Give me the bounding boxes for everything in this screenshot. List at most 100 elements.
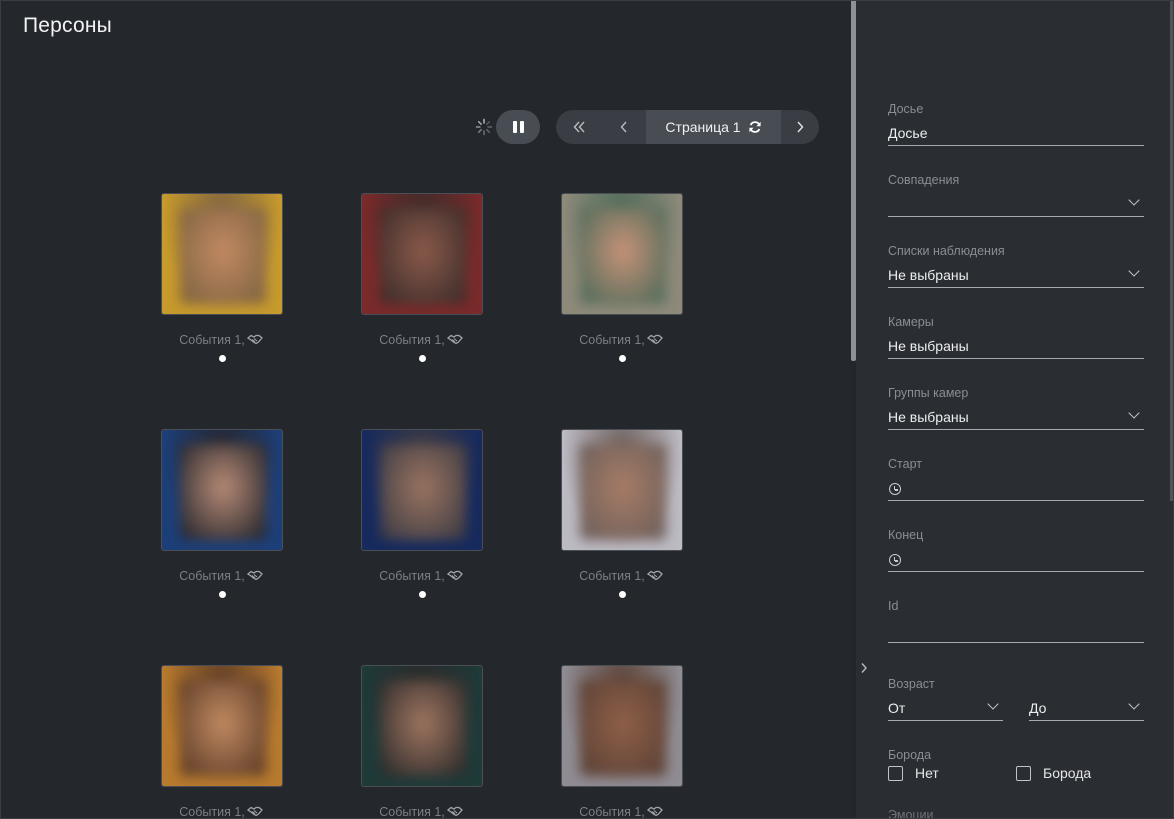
- person-face-thumbnail[interactable]: [361, 193, 483, 315]
- pagination: Страница 1: [556, 110, 819, 144]
- camera-groups-label: Группы камер: [888, 386, 969, 400]
- end-label: Конец: [888, 528, 924, 542]
- camera-groups-select[interactable]: Не выбраны: [888, 405, 1144, 430]
- dossier-input[interactable]: Досье: [888, 121, 1144, 146]
- status-dot: [218, 355, 226, 362]
- age-to-select[interactable]: До: [1029, 696, 1144, 721]
- page-label: Страница 1: [665, 119, 741, 135]
- person-face-thumbnail[interactable]: [561, 429, 683, 551]
- person-card[interactable]: События 1,: [361, 429, 483, 598]
- handshake-icon[interactable]: [246, 332, 263, 347]
- handshake-icon[interactable]: [646, 568, 663, 583]
- cameras-label: Камеры: [888, 315, 934, 329]
- beard-no-checkbox[interactable]: Нет: [888, 765, 939, 781]
- current-page: Страница 1: [646, 110, 781, 144]
- handshake-icon[interactable]: [246, 804, 263, 818]
- end-date-input[interactable]: [888, 547, 1144, 572]
- matches-select[interactable]: [888, 192, 1144, 217]
- start-date-input[interactable]: [888, 476, 1144, 501]
- watchlists-label: Списки наблюдения: [888, 244, 1005, 258]
- person-face-thumbnail[interactable]: [161, 665, 283, 787]
- person-events-caption: События 1,: [161, 332, 281, 347]
- age-filter: Возраст От До: [888, 677, 1144, 721]
- next-page-button[interactable]: [781, 110, 819, 144]
- person-face-thumbnail[interactable]: [361, 429, 483, 551]
- events-count-text: События 1,: [579, 333, 645, 347]
- pause-icon: [512, 121, 517, 133]
- handshake-icon[interactable]: [646, 804, 663, 818]
- person-card[interactable]: События 1,: [361, 665, 483, 819]
- status-dot: [618, 355, 626, 362]
- checkbox-icon: [1016, 765, 1031, 781]
- checkbox-icon: [888, 765, 903, 781]
- person-card[interactable]: События 1,: [161, 193, 283, 362]
- person-face-thumbnail[interactable]: [361, 665, 483, 787]
- collapse-panel-button[interactable]: [860, 661, 868, 677]
- start-field[interactable]: Старт: [888, 457, 1144, 501]
- person-events-caption: События 1,: [561, 332, 681, 347]
- watchlists-field[interactable]: Списки наблюдения Не выбраны: [888, 244, 1144, 288]
- events-count-text: События 1,: [379, 569, 445, 583]
- person-card[interactable]: События 1,: [561, 665, 683, 818]
- chevron-down-icon: [1128, 407, 1140, 419]
- blurred-face-region: [180, 680, 266, 776]
- beard-yes-checkbox[interactable]: Борода: [1016, 765, 1091, 781]
- status-dot: [418, 591, 426, 598]
- person-card[interactable]: События 1,: [561, 193, 683, 362]
- camera-groups-field[interactable]: Группы камер Не выбраны: [888, 386, 1144, 430]
- person-face-thumbnail[interactable]: [161, 429, 283, 551]
- prev-page-button[interactable]: [601, 110, 646, 144]
- beard-label: Борода: [888, 748, 932, 762]
- person-face-thumbnail[interactable]: [561, 665, 683, 787]
- chevron-right-icon: [797, 121, 804, 133]
- person-events-caption: События 1,: [561, 568, 681, 583]
- dossier-field[interactable]: Досье Досье: [888, 102, 1144, 146]
- person-card[interactable]: События 1,: [561, 429, 683, 598]
- chevron-left-icon: [620, 121, 627, 133]
- matches-field[interactable]: Совпадения: [888, 173, 1144, 217]
- handshake-icon[interactable]: [246, 568, 263, 583]
- chevron-down-icon: [1128, 194, 1140, 206]
- person-events-caption: События 1,: [361, 568, 481, 583]
- panel-scrollbar[interactable]: [1170, 1, 1173, 501]
- age-from-select[interactable]: От: [888, 696, 1003, 721]
- refresh-icon[interactable]: [748, 120, 762, 134]
- person-card[interactable]: События 1,: [161, 665, 283, 819]
- clock-icon: [889, 483, 901, 496]
- handshake-icon[interactable]: [446, 804, 463, 818]
- app-window: Персоны Страница 1 События 1, События 1,…: [0, 0, 1174, 819]
- toolbar: Страница 1: [1, 110, 851, 144]
- blurred-face-region: [580, 680, 666, 776]
- pause-button[interactable]: [496, 110, 540, 144]
- handshake-icon[interactable]: [446, 568, 463, 583]
- cameras-input[interactable]: Не выбраны: [888, 334, 1144, 359]
- cameras-field[interactable]: Камеры Не выбраны: [888, 315, 1144, 359]
- blurred-face-region: [580, 208, 666, 304]
- person-card[interactable]: События 1,: [161, 429, 283, 598]
- watchlists-select[interactable]: Не выбраны: [888, 263, 1144, 288]
- status-dot: [618, 591, 626, 598]
- events-count-text: События 1,: [379, 333, 445, 347]
- events-count-text: События 1,: [579, 569, 645, 583]
- person-events-caption: События 1,: [561, 804, 681, 818]
- first-page-button[interactable]: [556, 110, 601, 144]
- events-count-text: События 1,: [379, 805, 445, 819]
- blurred-face-region: [180, 208, 266, 304]
- person-events-caption: События 1,: [161, 804, 281, 819]
- id-field[interactable]: Id: [888, 599, 1144, 643]
- double-chevron-left-icon: [573, 121, 585, 133]
- status-dot: [218, 591, 226, 598]
- clock-icon: [889, 554, 901, 567]
- person-face-thumbnail[interactable]: [161, 193, 283, 315]
- person-card[interactable]: События 1,: [361, 193, 483, 362]
- blurred-face-region: [380, 444, 466, 540]
- matches-label: Совпадения: [888, 173, 960, 187]
- start-label: Старт: [888, 457, 922, 471]
- events-count-text: События 1,: [179, 805, 245, 819]
- person-face-thumbnail[interactable]: [561, 193, 683, 315]
- end-field[interactable]: Конец: [888, 528, 1144, 572]
- handshake-icon[interactable]: [646, 332, 663, 347]
- handshake-icon[interactable]: [446, 332, 463, 347]
- blurred-face-region: [380, 208, 466, 304]
- id-input[interactable]: [888, 618, 1144, 643]
